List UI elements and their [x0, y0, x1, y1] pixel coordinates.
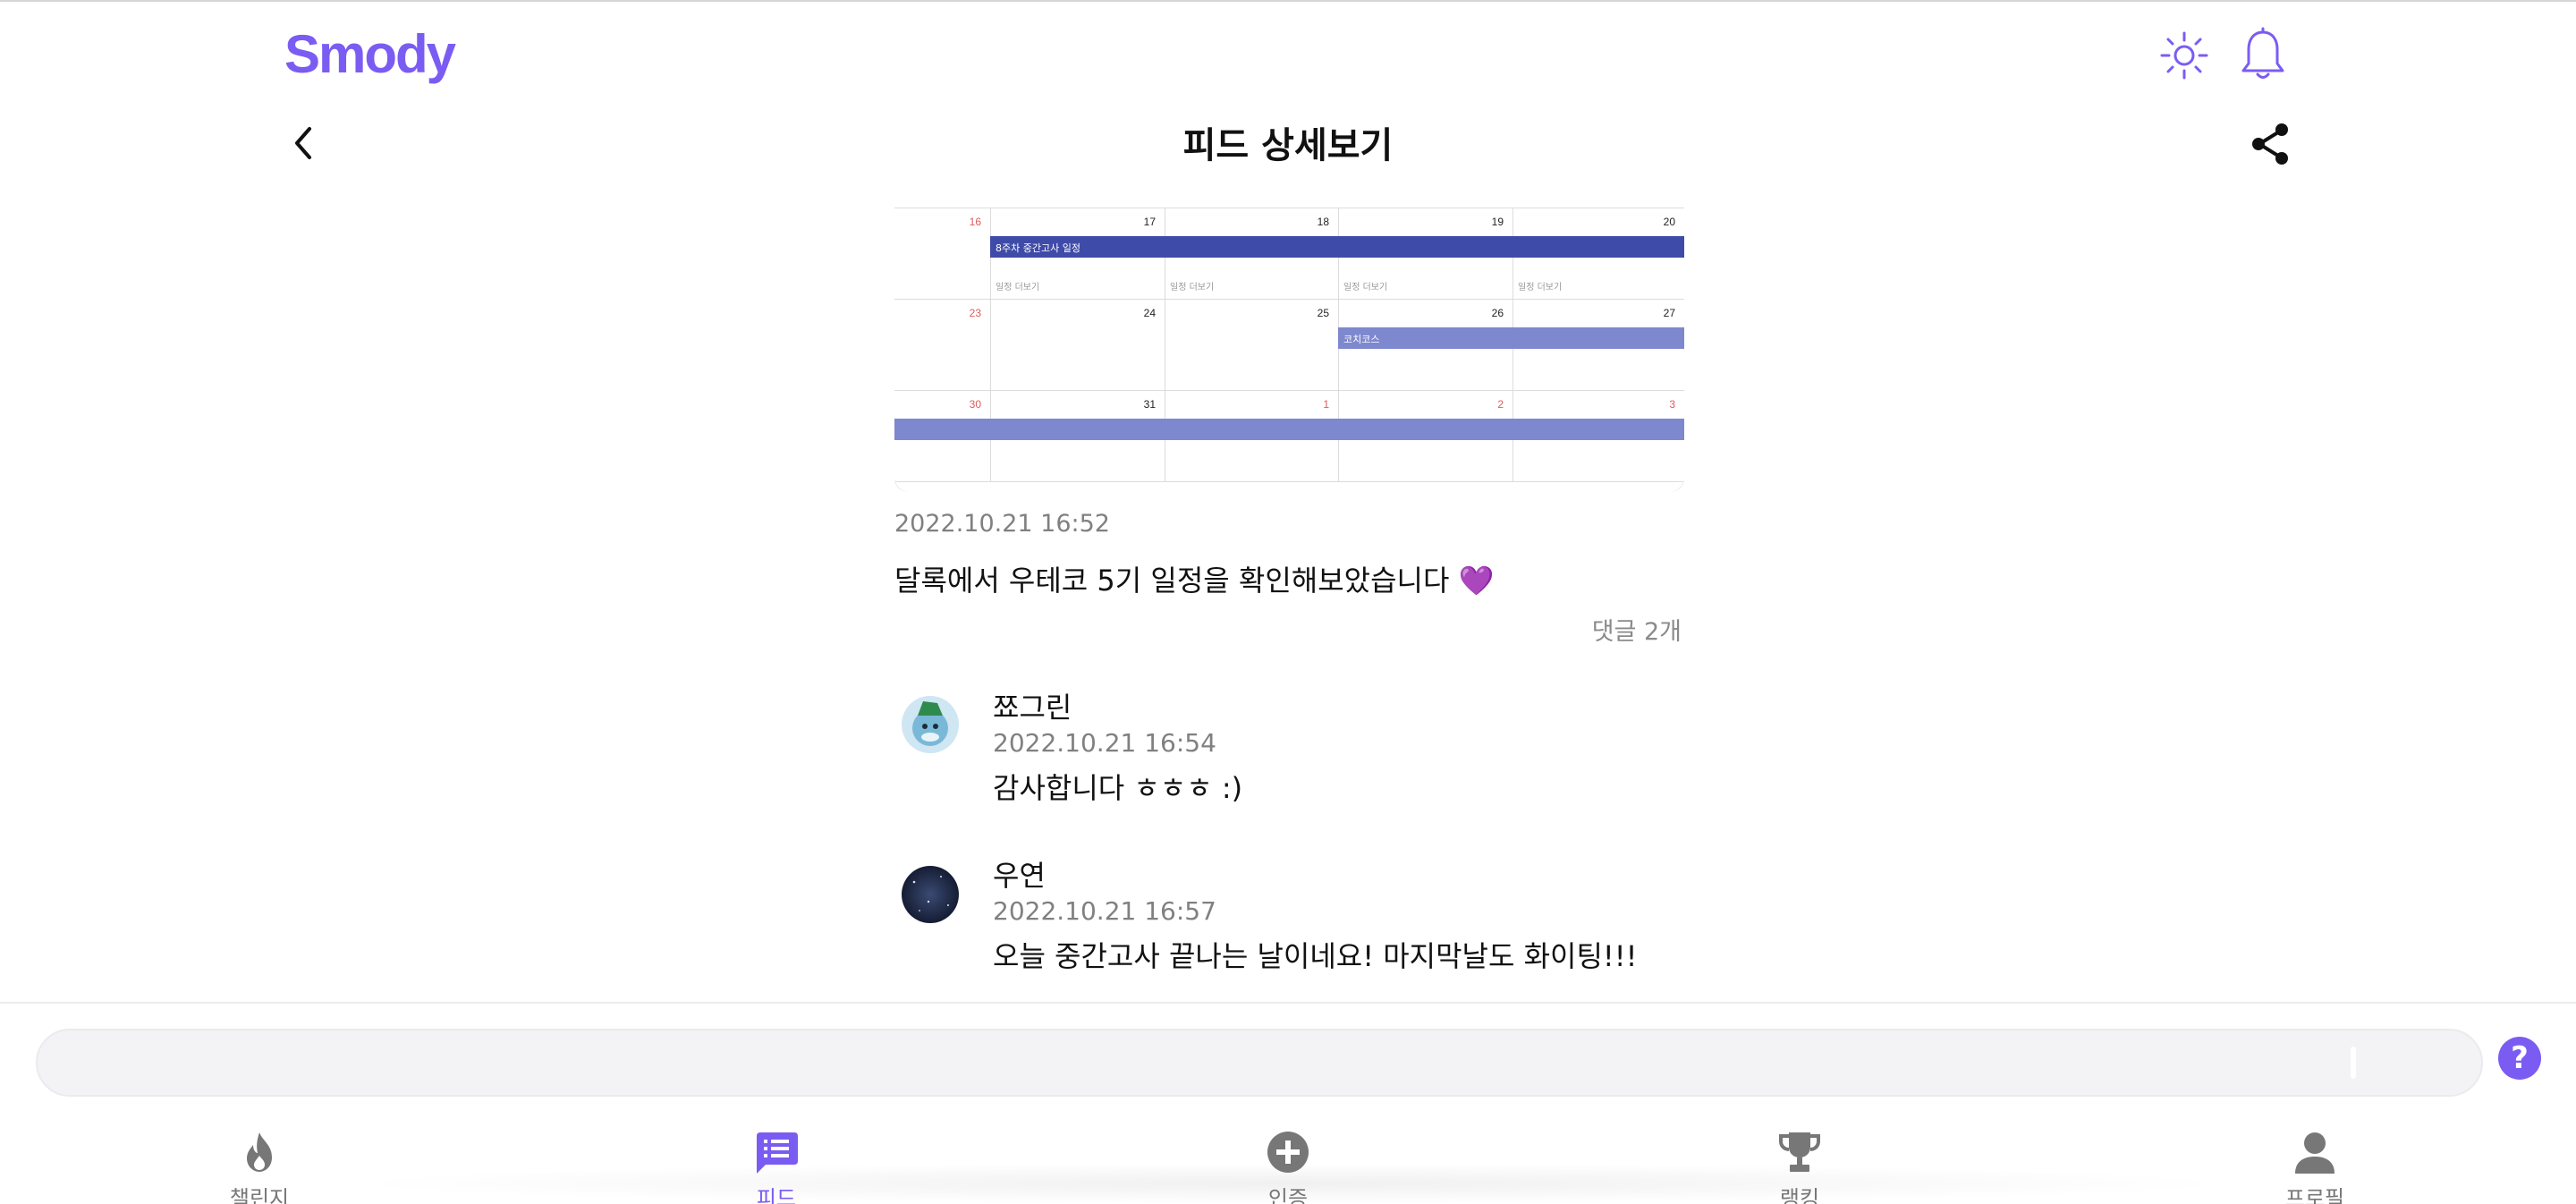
calendar-day-note: 일정 더보기	[1170, 282, 1214, 293]
calendar-day-number: 24	[1144, 307, 1157, 319]
feed-text: 달록에서 우테코 5기 일정을 확인해보았습니다 💜	[894, 564, 1495, 598]
calendar-day-number: 23	[970, 307, 982, 319]
nav-item-challenge[interactable]: 챌린지	[170, 1129, 349, 1204]
comment-author[interactable]: 쬬그린	[993, 685, 1072, 726]
nav-label: 프로필	[2284, 1186, 2345, 1204]
trophy-icon	[1779, 1132, 1820, 1172]
calendar-day-number: 16	[970, 216, 982, 228]
fire-icon	[247, 1132, 272, 1172]
comment-timestamp: 2022.10.21 16:54	[993, 728, 1216, 758]
calendar-day-note: 일정 더보기	[1518, 282, 1562, 293]
feed-icon	[757, 1132, 798, 1174]
app-logo[interactable]: Smody	[284, 23, 456, 85]
comment-count: 댓글 2개	[1591, 618, 1682, 646]
bell-icon[interactable]	[2238, 27, 2288, 84]
comment-author[interactable]: 우연	[993, 853, 1046, 895]
calendar-day-note: 일정 더보기	[996, 282, 1039, 293]
person-icon	[2295, 1132, 2334, 1174]
feed-image: 16 17 일정 더보기 18 일정 더보기 19 일정 더보기 20 일정 더보기 23 24 25…	[894, 208, 1684, 492]
comment-text: 오늘 중간고사 끝나는 날이네요! 마지막날도 화이팅!!!	[993, 939, 1638, 973]
calendar-day-number: 25	[1318, 307, 1330, 319]
nav-item-ranking[interactable]: 랭킹	[1710, 1129, 1889, 1204]
nav-label: 피드	[756, 1186, 797, 1204]
page-title: 피드 상세보기	[1182, 125, 1394, 166]
comment-input-divider	[0, 1002, 2576, 1004]
calendar-event-bar	[1338, 327, 1684, 349]
calendar-image: 16 17일정 더보기18일정 더보기19일정 더보기20일정 더보기23 24 25…	[894, 208, 1684, 492]
calendar-day-number: 27	[1664, 307, 1676, 319]
comment-item: 쬬그린 2022.10.21 16:54 감사합니다 ㅎㅎㅎ :)	[894, 685, 1682, 819]
calendar-day-number: 19	[1492, 216, 1504, 228]
nav-label: 챌린지	[229, 1186, 290, 1204]
calendar-day-number: 30	[970, 398, 982, 411]
help-button[interactable]: ?	[2498, 1037, 2541, 1080]
avatar-image	[902, 866, 959, 923]
calendar-day-number: 17	[1144, 216, 1157, 228]
calendar-event-label: 8주차 중간고사 일정	[996, 242, 1080, 254]
nav-item-feed[interactable]: 피드	[687, 1129, 866, 1204]
comment-text: 감사합니다 ㅎㅎㅎ :)	[993, 771, 1243, 805]
nav-item-certify[interactable]: 인증	[1199, 1129, 1377, 1204]
nav-label: 인증	[1267, 1186, 1309, 1204]
share-icon[interactable]	[2249, 122, 2292, 166]
calendar-day-number: 26	[1492, 307, 1504, 319]
comment-input[interactable]	[36, 1029, 2483, 1097]
plus-circle-icon	[1267, 1132, 1309, 1173]
nav-item-profile[interactable]: 프로필	[2225, 1129, 2404, 1204]
nav-label: 랭킹	[1779, 1186, 1820, 1204]
chevron-left-icon[interactable]	[284, 122, 324, 165]
calendar-event-bar	[894, 419, 1684, 440]
bottom-navigation: 챌린지 피드 인증 랭킹 프로필	[0, 1109, 2576, 1204]
window-top-border	[0, 0, 2576, 2]
calendar-event-bar	[990, 236, 1684, 258]
calendar-day-number: 20	[1664, 216, 1676, 228]
calendar-day-note: 일정 더보기	[1343, 282, 1387, 293]
calendar-event-label: 코치코스	[1343, 334, 1379, 345]
calendar-day-number: 31	[1144, 398, 1157, 411]
avatar[interactable]	[902, 866, 959, 923]
sun-icon[interactable]	[2159, 30, 2209, 81]
calendar-day-number: 18	[1318, 216, 1330, 228]
comment-item: 우연 2022.10.21 16:57 오늘 중간고사 끝나는 날이네요! 마지…	[894, 853, 1682, 988]
avatar[interactable]	[902, 696, 959, 753]
calendar-day-number: 2	[1497, 398, 1504, 411]
calendar-day-number: 1	[1323, 398, 1329, 411]
comment-timestamp: 2022.10.21 16:57	[993, 896, 1216, 926]
avatar-image	[902, 696, 959, 753]
calendar-day-number: 3	[1669, 398, 1675, 411]
input-caret	[2351, 1047, 2356, 1079]
feed-timestamp: 2022.10.21 16:52	[894, 510, 1110, 538]
